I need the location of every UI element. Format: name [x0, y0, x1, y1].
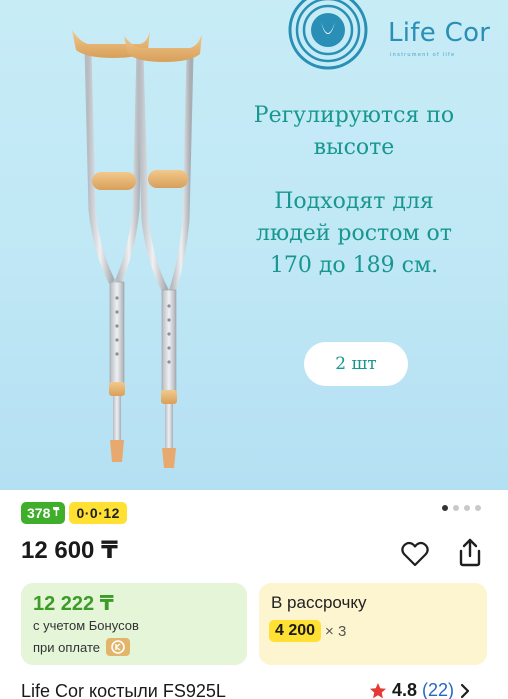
star-icon — [370, 682, 386, 698]
bonus-note-payment-label: при оплате — [33, 639, 100, 655]
banner-subtext: Подходят для людей ростом от 170 до 189 … — [256, 189, 452, 278]
tenge-icon: Т — [53, 507, 60, 519]
chevron-right-icon — [460, 683, 470, 698]
favorite-button[interactable] — [399, 538, 431, 570]
quantity-pill: 2 шт — [304, 342, 408, 386]
share-icon — [459, 538, 481, 567]
pager-dot — [475, 505, 481, 511]
installment-amount: 4 200 — [269, 620, 322, 642]
banner-headline: Регулируются по высоте — [253, 103, 455, 160]
bonus-price: 12 222 ₸ — [33, 593, 114, 615]
brand-name: Life Cor — [388, 18, 491, 48]
bonus-note: с учетом Бонусов — [33, 618, 139, 633]
pager-dot — [464, 505, 470, 511]
crutches-illustration — [72, 30, 202, 468]
product-image[interactable]: Life Cor instrument of life Регулируются… — [0, 0, 508, 490]
installment-row: 4 200 × 3 — [269, 620, 346, 642]
installment-multiplier: × 3 — [325, 622, 347, 640]
gallery-pager — [442, 505, 481, 511]
bonus-note-payment: при оплате — [33, 638, 130, 656]
promo-badges: 378 Т 0·0·12 — [21, 502, 127, 524]
kaspi-icon — [105, 638, 130, 656]
rating-value: 4.8 — [392, 680, 418, 699]
rating-link[interactable]: 4.8 (22) — [369, 680, 471, 699]
installment-title: В рассрочку — [271, 593, 367, 612]
pager-dot — [453, 505, 459, 511]
review-count: (22) — [422, 680, 455, 699]
bonus-price-card[interactable]: 12 222 ₸ с учетом Бонусов при оплате — [21, 583, 247, 665]
installment-card[interactable]: В рассрочку 4 200 × 3 — [259, 583, 487, 665]
installment-badge: 0·0·12 — [69, 502, 127, 524]
pager-dot-active — [442, 505, 448, 511]
product-name: Life Cor костыли FS925L — [21, 681, 226, 699]
share-button[interactable] — [454, 536, 486, 568]
favorite-heart-icon — [401, 541, 429, 567]
bonus-badge-value: 378 — [27, 505, 51, 521]
product-price: 12 600 ₸ — [21, 537, 118, 564]
bonus-badge: 378 Т — [21, 502, 66, 524]
brand-tagline: instrument of life — [390, 52, 456, 58]
